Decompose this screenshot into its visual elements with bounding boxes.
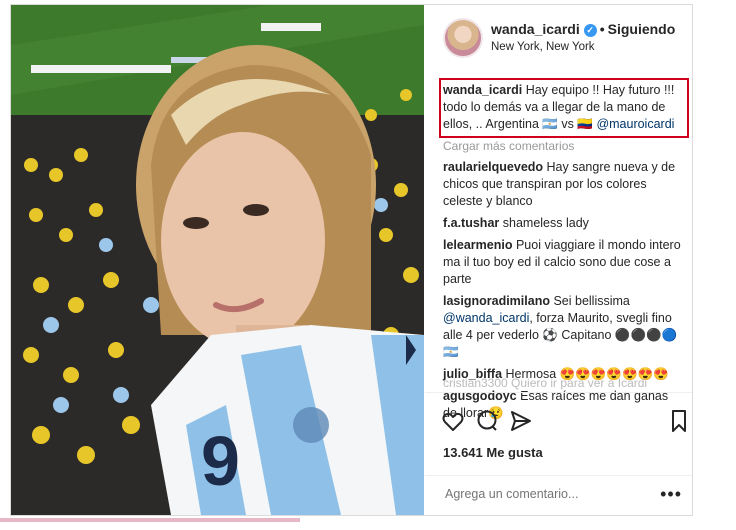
comment-username[interactable]: f.a.tushar	[443, 216, 499, 230]
comment: raularielquevedo Hay sangre nueva y de c…	[443, 159, 683, 210]
comment: lasignoradimilano Sei bellissima @wanda_…	[443, 293, 683, 361]
comment-icon[interactable]	[475, 409, 501, 435]
caption: wanda_icardi Hay equipo !! Hay futuro !!…	[443, 82, 683, 133]
comment: f.a.tushar shameless lady	[443, 215, 683, 232]
selfie-image: 9	[11, 5, 424, 515]
comment-text: shameless lady	[502, 216, 589, 230]
avatar[interactable]	[443, 18, 483, 58]
comment-input[interactable]	[443, 486, 667, 502]
instagram-post: 9 wanda_icardi ✓ • Siguiendo New York, New …	[10, 4, 693, 516]
comment-username[interactable]: raularielquevedo	[443, 160, 543, 174]
partial-comment: cristian3300 Quiero ir para ver a Icardi	[443, 376, 648, 390]
add-comment-bar: •••	[425, 475, 692, 515]
header-username[interactable]: wanda_icardi	[491, 21, 580, 37]
action-bar: 13.641 Me gusta	[425, 392, 692, 460]
following-button[interactable]: Siguiendo	[608, 21, 676, 37]
post-photo[interactable]: 9	[11, 5, 424, 515]
verified-icon: ✓	[583, 24, 597, 37]
comment-text: Sei bellissima	[553, 294, 630, 308]
load-more-comments[interactable]: Cargar más comentarios	[443, 139, 574, 153]
caption-username[interactable]: wanda_icardi	[443, 83, 522, 97]
likes-count[interactable]: 13.641 Me gusta	[443, 445, 543, 460]
comment: lelearmenio Puoi viaggiare il mondo inte…	[443, 237, 683, 288]
location-link[interactable]: New York, New York	[491, 41, 595, 53]
header-username-row: wanda_icardi ✓ • Siguiendo	[491, 21, 675, 37]
bookmark-icon[interactable]	[669, 409, 692, 435]
comment-mention[interactable]: @wanda_icardi	[443, 311, 529, 325]
post-header: wanda_icardi ✓ • Siguiendo New York, New Yo…	[425, 5, 692, 67]
post-sidebar: wanda_icardi ✓ • Siguiendo New York, New Yo…	[425, 5, 692, 515]
comment-username[interactable]: lasignoradimilano	[443, 294, 550, 308]
more-icon[interactable]: •••	[660, 484, 682, 505]
share-icon[interactable]	[509, 409, 535, 435]
comment-username[interactable]: lelearmenio	[443, 238, 512, 252]
caption-mention[interactable]: @mauroicardi	[596, 117, 674, 131]
bottom-accent-bar	[0, 518, 300, 522]
heart-icon[interactable]	[441, 409, 467, 435]
svg-text:9: 9	[201, 422, 240, 500]
separator-dot: •	[599, 21, 605, 37]
